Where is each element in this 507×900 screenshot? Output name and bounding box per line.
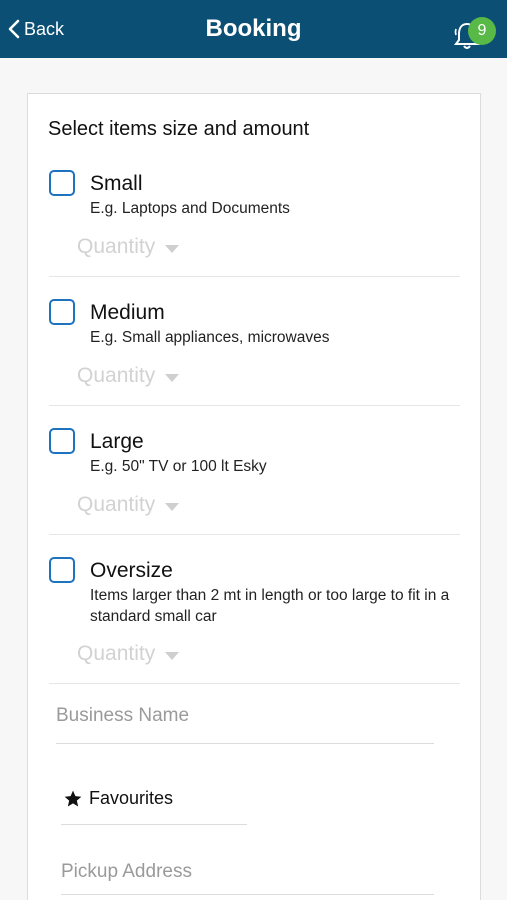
booking-form-card: Select items size and amount Small E.g. … xyxy=(27,93,481,900)
item-title: Oversize xyxy=(90,559,173,582)
caret-down-icon xyxy=(165,651,180,660)
page-title: Booking xyxy=(205,15,302,42)
business-name-input[interactable]: Business Name xyxy=(56,705,189,727)
caret-down-icon xyxy=(165,244,180,253)
large-quantity-dropdown[interactable]: Quantity xyxy=(77,493,180,517)
quantity-placeholder: Quantity xyxy=(77,493,156,516)
caret-down-icon xyxy=(165,373,180,382)
quantity-placeholder: Quantity xyxy=(77,235,156,258)
item-title: Small xyxy=(90,172,143,195)
quantity-placeholder: Quantity xyxy=(77,642,156,665)
favourites-label: Favourites xyxy=(89,788,174,808)
medium-quantity-dropdown[interactable]: Quantity xyxy=(77,364,180,388)
item-description: E.g. Small appliances, microwaves xyxy=(90,329,330,346)
input-underline xyxy=(56,743,434,744)
oversize-checkbox[interactable] xyxy=(49,557,75,583)
caret-down-icon xyxy=(165,502,180,511)
favourites-button[interactable]: Favourites xyxy=(63,788,173,809)
item-description: E.g. 50" TV or 100 lt Esky xyxy=(90,458,267,475)
item-title: Large xyxy=(90,430,144,453)
item-description: E.g. Laptops and Documents xyxy=(90,200,290,217)
section-title: Select items size and amount xyxy=(48,118,310,140)
divider xyxy=(49,683,460,684)
pickup-address-input[interactable]: Pickup Address xyxy=(61,861,192,883)
notifications-button[interactable]: 9 xyxy=(448,15,496,55)
item-title: Medium xyxy=(90,301,165,324)
small-quantity-dropdown[interactable]: Quantity xyxy=(77,235,180,259)
large-checkbox[interactable] xyxy=(49,428,75,454)
quantity-placeholder: Quantity xyxy=(77,364,156,387)
star-icon xyxy=(64,790,82,806)
small-checkbox[interactable] xyxy=(49,170,75,196)
favourites-underline xyxy=(61,824,247,825)
divider xyxy=(49,405,460,406)
input-underline xyxy=(61,894,434,895)
divider xyxy=(49,276,460,277)
notification-badge: 9 xyxy=(468,17,496,45)
medium-checkbox[interactable] xyxy=(49,299,75,325)
navigation-bar: Back Booking 9 xyxy=(0,0,507,58)
oversize-quantity-dropdown[interactable]: Quantity xyxy=(77,642,180,666)
divider xyxy=(49,534,460,535)
item-description: Items larger than 2 mt in length or too … xyxy=(90,587,450,625)
